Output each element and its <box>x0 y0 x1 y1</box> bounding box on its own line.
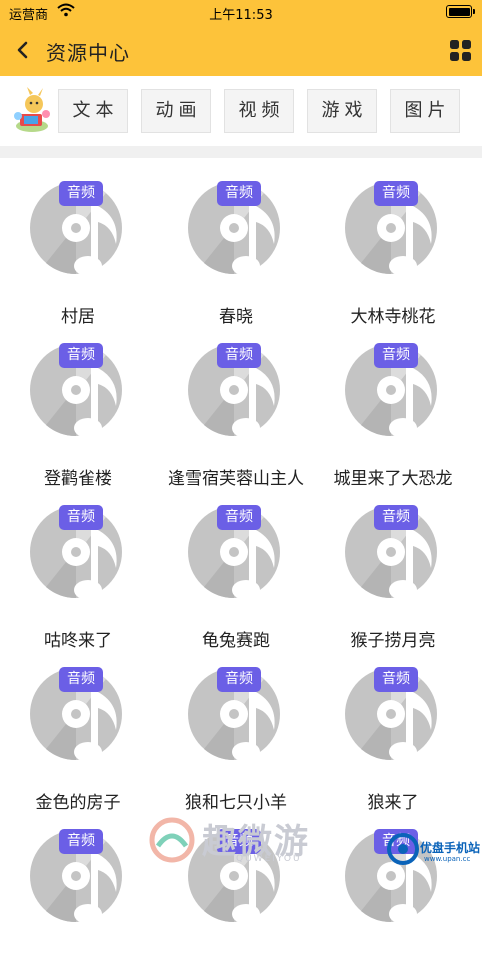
audio-badge: 音频 <box>217 667 261 692</box>
resource-title: 村居 <box>61 307 95 327</box>
site-logo-icon <box>387 833 419 865</box>
audio-badge: 音频 <box>59 505 103 530</box>
resource-title: 咕咚来了 <box>44 631 112 651</box>
resource-title: 猴子捞月亮 <box>350 631 436 651</box>
clock: 上午11:53 <box>209 8 273 23</box>
resource-title: 春晓 <box>219 307 253 327</box>
status-bar: 运营商 上午11:53 <box>0 0 482 24</box>
tab-game[interactable]: 游戏 <box>307 89 377 133</box>
resource-item[interactable]: 音频 猴子捞月亮 <box>318 502 468 652</box>
resource-item[interactable]: 音频 龟兔赛跑 <box>161 502 311 652</box>
audio-badge: 音频 <box>217 505 261 530</box>
grid-menu-icon[interactable] <box>450 40 471 61</box>
resource-item[interactable]: 音频 春晓 <box>161 178 311 328</box>
resource-item[interactable]: 音频 大林寺桃花 <box>318 178 468 328</box>
tab-video[interactable]: 视频 <box>224 89 294 133</box>
header-bar: 运营商 上午11:53 资源中心 <box>0 0 482 76</box>
battery-icon <box>446 5 475 18</box>
page-title: 资源中心 <box>46 41 130 65</box>
audio-badge: 音频 <box>217 181 261 206</box>
resource-title: 登鹳雀楼 <box>44 469 112 489</box>
resource-title: 狼来了 <box>367 793 419 813</box>
resource-item[interactable]: 音频逢雪宿芙蓉山主人 <box>161 340 311 490</box>
site-name: 优盘手机站 <box>420 841 481 855</box>
resource-item[interactable]: 音频 金色的房子 <box>3 664 153 814</box>
resource-item[interactable]: 音频 <box>3 826 153 976</box>
mascot-icon <box>14 87 50 132</box>
back-arrow-icon[interactable] <box>12 36 36 64</box>
audio-badge: 音频 <box>374 667 418 692</box>
resource-item[interactable]: 音频 狼来了 <box>318 664 468 814</box>
site-url: www.upan.cc <box>424 855 471 863</box>
site-watermark: 优盘手机站 www.upan.cc <box>384 828 482 868</box>
resource-title: 狼和七只小羊 <box>185 793 287 813</box>
watermark-subtext: QUWEIYOU <box>236 854 302 864</box>
resource-title: 金色的房子 <box>35 793 121 813</box>
section-divider <box>0 146 482 158</box>
tab-text[interactable]: 文本 <box>58 89 128 133</box>
audio-badge: 音频 <box>374 181 418 206</box>
audio-badge: 音频 <box>374 343 418 368</box>
tab-image[interactable]: 图片 <box>390 89 460 133</box>
resource-title: 城里来了大恐龙 <box>333 469 453 489</box>
watermark: 趣微游 QUWEIYOU <box>140 812 340 868</box>
resource-item[interactable]: 音频 狼和七只小羊 <box>161 664 311 814</box>
audio-badge: 音频 <box>217 343 261 368</box>
resource-title: 大林寺桃花 <box>350 307 436 327</box>
audio-badge: 音频 <box>59 181 103 206</box>
watermark-logo-icon <box>149 817 195 863</box>
resource-title: 逢雪宿芙蓉山主人 <box>168 469 304 489</box>
audio-badge: 音频 <box>374 505 418 530</box>
audio-badge: 音频 <box>59 829 103 854</box>
resource-item[interactable]: 音频 咕咚来了 <box>3 502 153 652</box>
audio-badge: 音频 <box>59 343 103 368</box>
resource-item[interactable]: 音频 城里来了大恐龙 <box>318 340 468 490</box>
category-tabs: 文本 动画 视频 游戏 图片 <box>0 76 482 146</box>
resource-title: 龟兔赛跑 <box>202 631 270 651</box>
resource-item[interactable]: 音频 登鹳雀楼 <box>3 340 153 490</box>
resource-item[interactable]: 音频 村居 <box>3 178 153 328</box>
tab-animation[interactable]: 动画 <box>141 89 211 133</box>
nav-bar: 资源中心 <box>0 24 482 76</box>
audio-badge: 音频 <box>59 667 103 692</box>
